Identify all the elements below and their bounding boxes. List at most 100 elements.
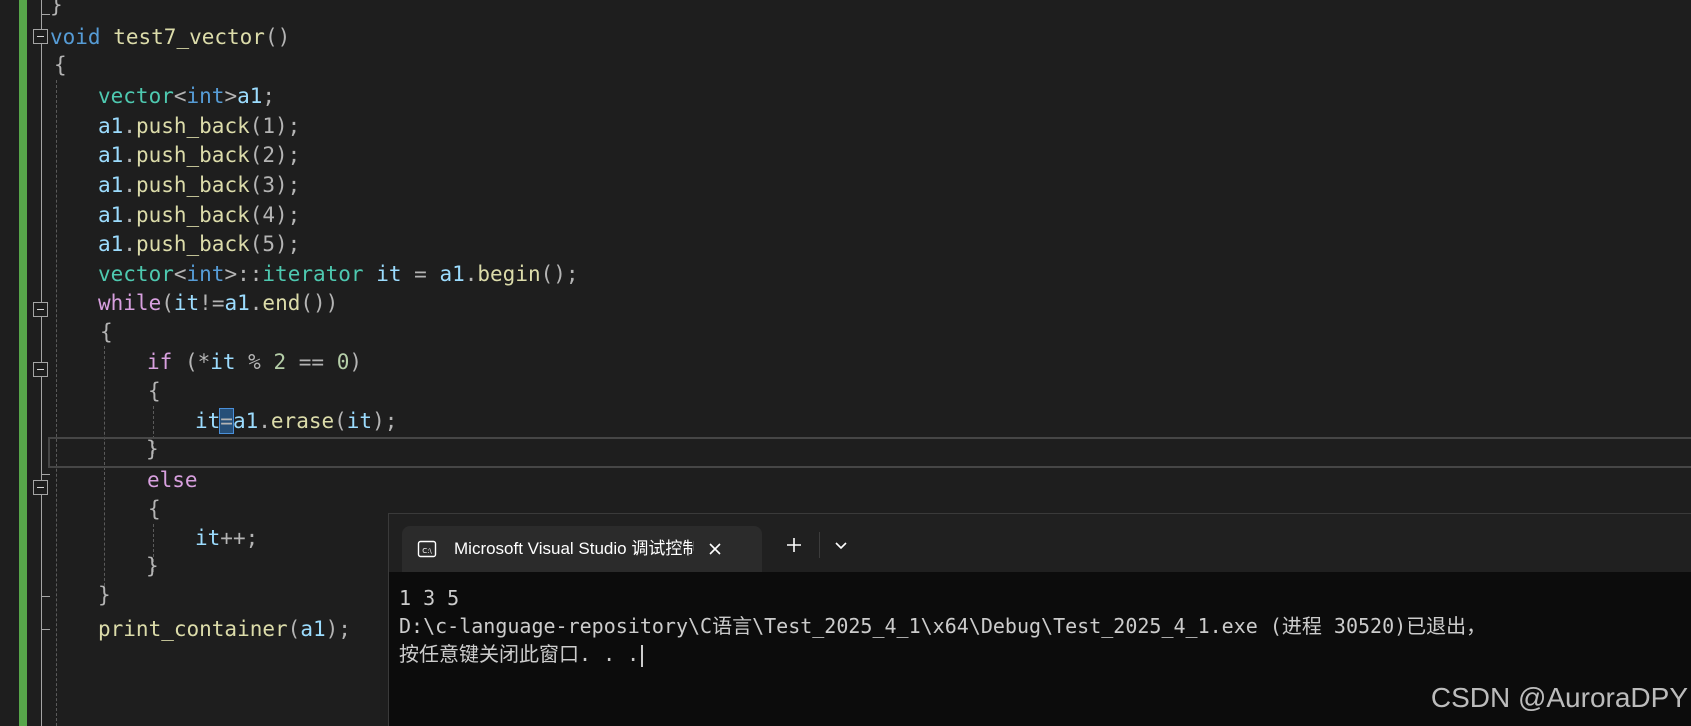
code-line[interactable]: if (*it % 2 == 0) <box>147 347 362 377</box>
code-line[interactable]: } <box>146 434 159 464</box>
punctuation: . <box>123 173 136 197</box>
brace: { <box>100 320 113 344</box>
function-name: end <box>262 291 301 315</box>
punctuation: . <box>123 232 136 256</box>
punctuation: . <box>123 114 136 138</box>
arguments: (3); <box>249 173 301 197</box>
output-line-prompt: 按任意键关闭此窗口. . . <box>399 640 1691 668</box>
code-line[interactable]: vector<int>a1; <box>98 81 275 111</box>
keyword: else <box>147 468 198 492</box>
variable: a1 <box>224 291 250 315</box>
punctuation: > <box>224 84 238 108</box>
code-line[interactable]: void test7_vector() <box>50 22 290 52</box>
outline-end-marker <box>41 584 50 597</box>
punctuation: . <box>464 262 478 286</box>
brace: } <box>146 554 159 578</box>
punctuation: % <box>235 350 274 374</box>
brace: { <box>54 53 67 77</box>
variable: a1 <box>98 232 124 256</box>
punctuation: (* <box>172 350 211 374</box>
chevron-down-icon[interactable] <box>829 533 853 557</box>
punctuation: ++; <box>220 526 259 550</box>
brace: { <box>148 497 161 521</box>
function-name: push_back <box>135 203 250 227</box>
current-line-highlight <box>48 437 1691 468</box>
svg-text:C:\: C:\ <box>422 547 432 555</box>
variable: a1 <box>98 203 124 227</box>
punctuation: ); <box>325 617 351 641</box>
code-line[interactable]: a1.push_back(4); <box>98 200 300 230</box>
code-line[interactable]: { <box>148 376 161 406</box>
keyword: int <box>186 84 225 108</box>
change-tracking-bar <box>19 0 27 726</box>
tab-separator <box>819 532 820 558</box>
code-line[interactable]: a1.push_back(5); <box>98 229 300 259</box>
function-name: erase <box>270 409 335 433</box>
output-text: 按任意键关闭此窗口. . . <box>399 642 640 666</box>
code-line[interactable]: a1.push_back(3); <box>98 170 300 200</box>
punctuation: ( <box>161 291 174 315</box>
brace: } <box>98 583 111 607</box>
code-line[interactable]: } <box>146 551 159 581</box>
code-line[interactable]: print_container(a1); <box>98 614 351 644</box>
punctuation: ()) <box>300 291 339 315</box>
punctuation: == <box>286 350 337 374</box>
punctuation: < <box>173 262 187 286</box>
code-line[interactable]: vector<int>::iterator it = a1.begin(); <box>98 259 579 289</box>
terminal-tab-strip: C:\ Microsoft Visual Studio 调试控制台 <box>389 514 1691 572</box>
function-name: push_back <box>135 232 250 256</box>
function-name: push_back <box>135 114 250 138</box>
collapse-while-icon[interactable] <box>33 302 48 317</box>
arguments: (1); <box>249 114 301 138</box>
code-line[interactable]: a1.push_back(2); <box>98 140 300 170</box>
function-name: push_back <box>135 143 250 167</box>
plus-icon[interactable] <box>782 533 806 557</box>
number: 0 <box>336 350 350 374</box>
arguments: (4); <box>249 203 301 227</box>
arguments: (2); <box>249 143 301 167</box>
function-name: begin <box>477 262 541 286</box>
code-line[interactable]: } <box>98 580 111 610</box>
punctuation: ( <box>287 617 301 641</box>
code-line[interactable]: while(it!=a1.end()) <box>98 288 338 318</box>
code-line[interactable]: else <box>147 465 198 495</box>
punctuation: :: <box>237 262 263 286</box>
type: iterator <box>262 262 364 286</box>
keyword: while <box>98 291 162 315</box>
variable: it <box>210 350 236 374</box>
code-line[interactable]: } <box>50 0 63 20</box>
punctuation: . <box>249 291 263 315</box>
output-line: 1 3 5 <box>399 586 460 610</box>
terminal-icon: C:\ <box>417 540 437 558</box>
terminal-cursor <box>641 644 644 667</box>
terminal-tab[interactable]: C:\ Microsoft Visual Studio 调试控制台 <box>402 526 762 572</box>
indent-guide <box>104 346 105 596</box>
code-line[interactable]: { <box>100 317 113 347</box>
brace: } <box>146 437 159 461</box>
variable: it <box>195 526 221 550</box>
collapse-if-icon[interactable] <box>33 362 48 377</box>
outline-end-marker <box>41 0 50 15</box>
type: vector <box>98 262 174 286</box>
code-line[interactable]: { <box>54 50 67 80</box>
function-name: print_container <box>98 617 288 641</box>
punctuation: < <box>173 84 187 108</box>
text-cursor: = <box>219 408 234 434</box>
code-line-current[interactable]: it=a1.erase(it); <box>195 406 397 436</box>
collapse-else-icon[interactable] <box>33 480 48 495</box>
outline-end-marker <box>41 617 50 630</box>
punctuation: != <box>199 291 225 315</box>
variable: a1 <box>300 617 326 641</box>
variable: a1 <box>98 173 124 197</box>
function-name: push_back <box>135 173 250 197</box>
type: vector <box>98 84 174 108</box>
keyword: int <box>186 262 225 286</box>
code-line[interactable]: { <box>148 494 161 524</box>
code-line[interactable]: it++; <box>195 523 258 553</box>
punctuation: (); <box>540 262 579 286</box>
punctuation: ); <box>372 409 398 433</box>
collapse-function-icon[interactable] <box>33 29 48 44</box>
close-icon[interactable] <box>705 539 725 559</box>
brace: } <box>50 0 63 17</box>
code-line[interactable]: a1.push_back(1); <box>98 111 300 141</box>
